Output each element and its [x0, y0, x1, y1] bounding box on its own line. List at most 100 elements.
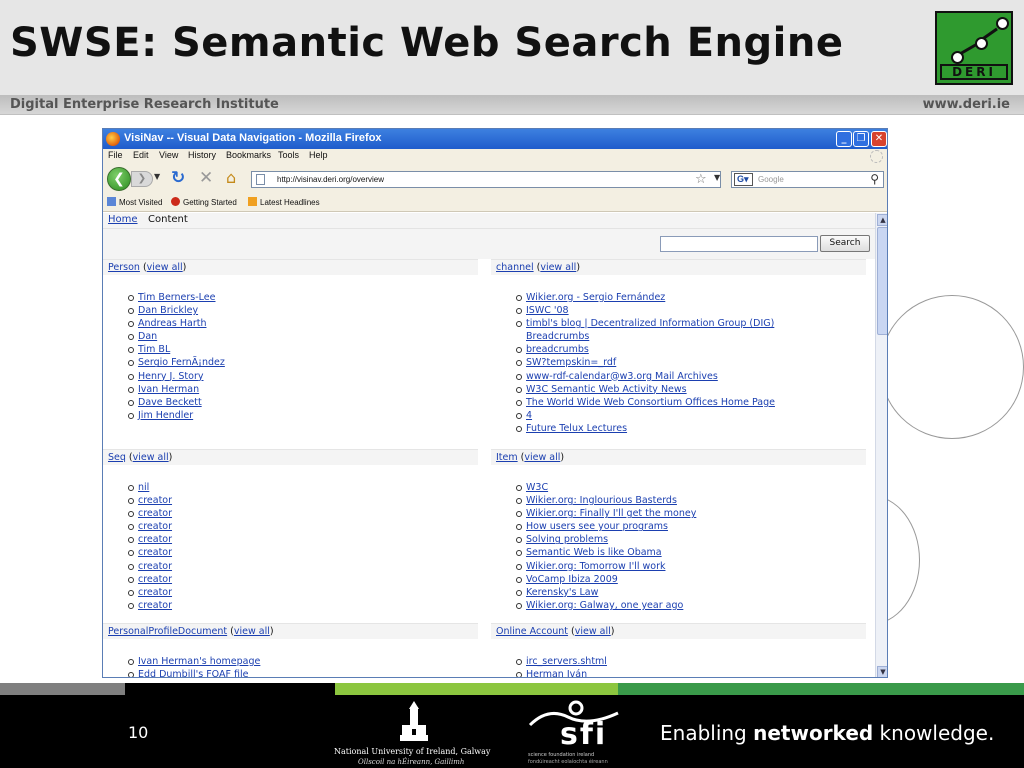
- list-item[interactable]: Ivan Herman's homepage: [128, 655, 478, 668]
- list-item[interactable]: Herman Iván: [516, 668, 866, 677]
- list-item[interactable]: SW?tempskin=_rdf: [516, 356, 866, 369]
- university-name-irish: Ollscoil na hÉireann, Gaillimh: [358, 758, 465, 766]
- nav-home-link[interactable]: Home: [108, 214, 138, 225]
- list-item[interactable]: creator: [128, 494, 478, 507]
- list-item[interactable]: Ivan Herman: [128, 383, 478, 396]
- list-item[interactable]: Jim Hendler: [128, 409, 478, 422]
- list-item[interactable]: nil: [128, 481, 478, 494]
- list-item[interactable]: Wikier.org: Galway, one year ago: [516, 599, 866, 612]
- bookmark-most-visited[interactable]: Most Visited: [107, 197, 162, 207]
- view-all-link[interactable]: view all: [133, 452, 169, 463]
- list-item[interactable]: Future Telux Lectures: [516, 422, 866, 435]
- menu-tools[interactable]: Tools: [278, 150, 299, 160]
- list-item[interactable]: www-rdf-calendar@w3.org Mail Archives: [516, 370, 866, 383]
- list-item[interactable]: Edd Dumbill's FOAF file: [128, 668, 478, 677]
- list-item[interactable]: How users see your programs: [516, 520, 866, 533]
- section-header: Online Account (view all): [491, 623, 866, 639]
- address-dropdown-icon[interactable]: ▼: [714, 173, 720, 182]
- list-item[interactable]: Kerensky's Law: [516, 586, 866, 599]
- section-title-link[interactable]: Person: [108, 262, 140, 273]
- section-header: Item (view all): [491, 449, 866, 465]
- list-item[interactable]: creator: [128, 533, 478, 546]
- menu-bookmarks[interactable]: Bookmarks: [226, 150, 271, 160]
- section-title-link[interactable]: channel: [496, 262, 534, 273]
- browser-search-placeholder: Google: [758, 175, 784, 184]
- magnifier-icon[interactable]: ⚲: [870, 172, 879, 186]
- view-all-link[interactable]: view all: [524, 452, 560, 463]
- list-item[interactable]: Dan: [128, 330, 478, 343]
- list-item[interactable]: creator: [128, 507, 478, 520]
- section-title-link[interactable]: Seq: [108, 452, 126, 463]
- list-item[interactable]: creator: [128, 599, 478, 612]
- list-item[interactable]: Dave Beckett: [128, 396, 478, 409]
- list-item[interactable]: W3C Semantic Web Activity News: [516, 383, 866, 396]
- menu-edit[interactable]: Edit: [133, 150, 149, 160]
- history-dropdown-icon[interactable]: ▼: [154, 172, 160, 181]
- list-item[interactable]: Semantic Web is like Obama: [516, 546, 866, 559]
- back-button[interactable]: ❮: [107, 167, 131, 191]
- menu-file[interactable]: File: [108, 150, 123, 160]
- section-title-link[interactable]: PersonalProfileDocument: [108, 626, 227, 637]
- list-item[interactable]: The World Wide Web Consortium Offices Ho…: [516, 396, 866, 409]
- list-item[interactable]: creator: [128, 520, 478, 533]
- list-item[interactable]: Wikier.org: Inglourious Basterds: [516, 494, 866, 507]
- section-header: PersonalProfileDocument (view all): [103, 623, 478, 639]
- list-item[interactable]: Tim Berners-Lee: [128, 291, 478, 304]
- google-engine-icon[interactable]: G▾: [734, 173, 753, 186]
- menu-view[interactable]: View: [159, 150, 178, 160]
- scroll-thumb[interactable]: [877, 227, 887, 335]
- address-text[interactable]: http://visinav.deri.org/overview: [277, 175, 384, 184]
- menu-help[interactable]: Help: [309, 150, 328, 160]
- list-item[interactable]: Wikier.org: Finally I'll get the money: [516, 507, 866, 520]
- list-item[interactable]: creator: [128, 586, 478, 599]
- home-icon[interactable]: ⌂: [226, 168, 236, 187]
- page-search-input[interactable]: [660, 236, 818, 252]
- list-item[interactable]: W3C: [516, 481, 866, 494]
- navigation-toolbar: ❮ ❯ ▼ ↻ ✕ ⌂ http://visinav.deri.org/over…: [103, 164, 887, 192]
- list-item[interactable]: creator: [128, 546, 478, 559]
- section-title-link[interactable]: Item: [496, 452, 518, 463]
- minimize-button[interactable]: _: [836, 131, 852, 147]
- address-bar[interactable]: http://visinav.deri.org/overview ☆: [251, 171, 721, 188]
- list-item[interactable]: Dan Brickley: [128, 304, 478, 317]
- list-item[interactable]: Tim BL: [128, 343, 478, 356]
- scroll-down-icon[interactable]: ▼: [877, 666, 887, 677]
- scroll-up-icon[interactable]: ▲: [877, 214, 887, 226]
- section-title-link[interactable]: Online Account: [496, 626, 568, 637]
- view-all-link[interactable]: view all: [147, 262, 183, 273]
- list-item[interactable]: creator: [128, 573, 478, 586]
- list-item[interactable]: VoCamp Ibiza 2009: [516, 573, 866, 586]
- list-item[interactable]: ISWC '08: [516, 304, 866, 317]
- view-all-link[interactable]: view all: [540, 262, 576, 273]
- page-icon: [256, 174, 265, 185]
- list-item[interactable]: Henry J. Story: [128, 370, 478, 383]
- bookmark-getting-started[interactable]: Getting Started: [171, 197, 237, 207]
- list-item[interactable]: Solving problems: [516, 533, 866, 546]
- bookmark-latest-headlines[interactable]: Latest Headlines: [248, 197, 320, 207]
- list-item[interactable]: breadcrumbs: [516, 343, 866, 356]
- list-item[interactable]: Wikier.org - Sergio Fernández: [516, 291, 866, 304]
- slide-title: SWSE: Semantic Web Search Engine: [10, 20, 844, 66]
- section-header: channel (view all): [491, 259, 866, 275]
- list-item-continuation[interactable]: Breadcrumbs: [516, 330, 866, 343]
- stop-icon[interactable]: ✕: [199, 168, 213, 188]
- view-all-link[interactable]: view all: [234, 626, 270, 637]
- close-button[interactable]: ✕: [871, 131, 887, 147]
- vertical-scrollbar[interactable]: ▲ ▼: [875, 213, 887, 677]
- menu-history[interactable]: History: [188, 150, 216, 160]
- bookmark-star-icon[interactable]: ☆: [695, 172, 707, 187]
- forward-button[interactable]: ❯: [131, 171, 153, 187]
- list-item[interactable]: Andreas Harth: [128, 317, 478, 330]
- sfi-subtitle-irish: fondúireacht eolaíochta éireann: [528, 759, 608, 765]
- list-item[interactable]: creator: [128, 560, 478, 573]
- page-search-button[interactable]: Search: [820, 235, 870, 252]
- reload-icon[interactable]: ↻: [171, 168, 185, 188]
- list-item[interactable]: irc_servers.shtml: [516, 655, 866, 668]
- maximize-button[interactable]: ❐: [853, 131, 869, 147]
- view-all-link[interactable]: view all: [575, 626, 611, 637]
- list-item[interactable]: Sergio FernÃ¡ndez: [128, 356, 478, 369]
- list-item[interactable]: Wikier.org: Tomorrow I'll work: [516, 560, 866, 573]
- list-item[interactable]: 4: [516, 409, 866, 422]
- browser-search-box[interactable]: G▾ Google ⚲: [731, 171, 884, 188]
- list-item[interactable]: timbl's blog | Decentralized Information…: [516, 317, 866, 330]
